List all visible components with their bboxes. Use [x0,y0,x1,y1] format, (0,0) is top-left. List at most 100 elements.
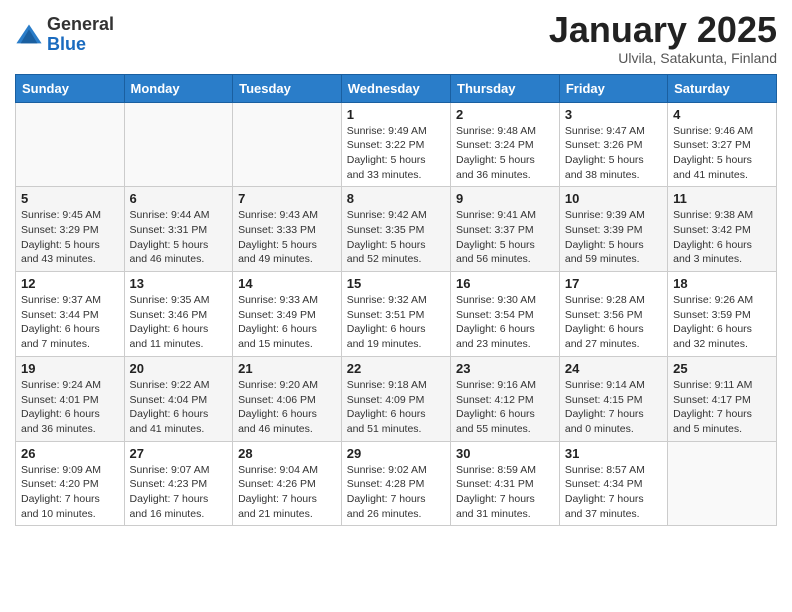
calendar-week-row: 26 Sunrise: 9:09 AM Sunset: 4:20 PM Dayli… [16,441,777,526]
calendar-cell [124,102,233,187]
day-info: Sunrise: 8:59 AM Sunset: 4:31 PM Dayligh… [456,463,554,522]
day-info: Sunrise: 9:41 AM Sunset: 3:37 PM Dayligh… [456,208,554,267]
day-info: Sunrise: 9:39 AM Sunset: 3:39 PM Dayligh… [565,208,662,267]
day-info: Sunrise: 9:32 AM Sunset: 3:51 PM Dayligh… [347,293,445,352]
calendar-cell: 26 Sunrise: 9:09 AM Sunset: 4:20 PM Dayli… [16,441,125,526]
calendar-cell: 3Sunrise: 9:47 AM Sunset: 3:26 PM Daylig… [559,102,667,187]
calendar-cell: 1 Sunrise: 9:49 AM Sunset: 3:22 PM Daylig… [341,102,450,187]
calendar-cell: 29Sunrise: 9:02 AM Sunset: 4:28 PM Dayli… [341,441,450,526]
day-number: 18 [673,276,771,291]
calendar-cell: 2Sunrise: 9:48 AM Sunset: 3:24 PM Daylig… [451,102,560,187]
day-info: Sunrise: 9:33 AM Sunset: 3:49 PM Dayligh… [238,293,336,352]
day-info: Sunrise: 9:35 AM Sunset: 3:46 PM Dayligh… [130,293,228,352]
calendar-week-row: 12 Sunrise: 9:37 AM Sunset: 3:44 PM Dayli… [16,272,777,357]
calendar-cell: 28Sunrise: 9:04 AM Sunset: 4:26 PM Dayli… [233,441,342,526]
header-tuesday: Tuesday [233,74,342,102]
day-number: 3 [565,107,662,122]
day-info: Sunrise: 9:09 AM Sunset: 4:20 PM Dayligh… [21,463,119,522]
location-subtitle: Ulvila, Satakunta, Finland [549,50,777,66]
calendar-cell: 7Sunrise: 9:43 AM Sunset: 3:33 PM Daylig… [233,187,342,272]
day-info: Sunrise: 9:45 AM Sunset: 3:29 PM Dayligh… [21,208,119,267]
title-section: January 2025 Ulvila, Satakunta, Finland [549,10,777,66]
day-info: Sunrise: 9:07 AM Sunset: 4:23 PM Dayligh… [130,463,228,522]
day-info: Sunrise: 9:49 AM Sunset: 3:22 PM Dayligh… [347,124,445,183]
logo-icon [15,21,43,49]
calendar-cell: 31Sunrise: 8:57 AM Sunset: 4:34 PM Dayli… [559,441,667,526]
calendar-cell: 11Sunrise: 9:38 AM Sunset: 3:42 PM Dayli… [668,187,777,272]
day-number: 27 [130,446,228,461]
day-number: 20 [130,361,228,376]
calendar-cell: 9 Sunrise: 9:41 AM Sunset: 3:37 PM Daylig… [451,187,560,272]
day-number: 24 [565,361,662,376]
day-info: Sunrise: 9:14 AM Sunset: 4:15 PM Dayligh… [565,378,662,437]
day-number: 16 [456,276,554,291]
day-info: Sunrise: 9:37 AM Sunset: 3:44 PM Dayligh… [21,293,119,352]
month-title: January 2025 [549,10,777,50]
day-number: 12 [21,276,119,291]
header-sunday: Sunday [16,74,125,102]
logo: General Blue [15,15,114,55]
logo-blue-text: Blue [47,35,114,55]
calendar-cell: 16Sunrise: 9:30 AM Sunset: 3:54 PM Dayli… [451,272,560,357]
day-info: Sunrise: 9:22 AM Sunset: 4:04 PM Dayligh… [130,378,228,437]
calendar-cell [16,102,125,187]
day-number: 15 [347,276,445,291]
day-info: Sunrise: 9:24 AM Sunset: 4:01 PM Dayligh… [21,378,119,437]
day-info: Sunrise: 9:16 AM Sunset: 4:12 PM Dayligh… [456,378,554,437]
calendar-week-row: 19 Sunrise: 9:24 AM Sunset: 4:01 PM Dayli… [16,356,777,441]
day-info: Sunrise: 9:04 AM Sunset: 4:26 PM Dayligh… [238,463,336,522]
calendar-cell: 21Sunrise: 9:20 AM Sunset: 4:06 PM Dayli… [233,356,342,441]
calendar-cell [233,102,342,187]
day-info: Sunrise: 9:48 AM Sunset: 3:24 PM Dayligh… [456,124,554,183]
day-info: Sunrise: 9:26 AM Sunset: 3:59 PM Dayligh… [673,293,771,352]
calendar-cell: 20 Sunrise: 9:22 AM Sunset: 4:04 PM Dayli… [124,356,233,441]
header-friday: Friday [559,74,667,102]
day-number: 22 [347,361,445,376]
calendar-cell: 17Sunrise: 9:28 AM Sunset: 3:56 PM Dayli… [559,272,667,357]
calendar-cell: 24 Sunrise: 9:14 AM Sunset: 4:15 PM Dayli… [559,356,667,441]
day-number: 9 [456,191,554,206]
day-number: 10 [565,191,662,206]
calendar-cell: 6 Sunrise: 9:44 AM Sunset: 3:31 PM Daylig… [124,187,233,272]
calendar-table: SundayMondayTuesdayWednesdayThursdayFrid… [15,74,777,527]
calendar-week-row: 5 Sunrise: 9:45 AM Sunset: 3:29 PM Daylig… [16,187,777,272]
calendar-cell: 12 Sunrise: 9:37 AM Sunset: 3:44 PM Dayli… [16,272,125,357]
day-number: 23 [456,361,554,376]
calendar-cell: 22Sunrise: 9:18 AM Sunset: 4:09 PM Dayli… [341,356,450,441]
day-number: 13 [130,276,228,291]
day-info: Sunrise: 9:43 AM Sunset: 3:33 PM Dayligh… [238,208,336,267]
day-number: 4 [673,107,771,122]
day-number: 14 [238,276,336,291]
calendar-cell: 14 Sunrise: 9:33 AM Sunset: 3:49 PM Dayli… [233,272,342,357]
calendar-cell: 4Sunrise: 9:46 AM Sunset: 3:27 PM Daylig… [668,102,777,187]
day-info: Sunrise: 9:02 AM Sunset: 4:28 PM Dayligh… [347,463,445,522]
header-monday: Monday [124,74,233,102]
calendar-cell: 5 Sunrise: 9:45 AM Sunset: 3:29 PM Daylig… [16,187,125,272]
day-number: 19 [21,361,119,376]
day-number: 30 [456,446,554,461]
day-number: 1 [347,107,445,122]
logo-general-text: General [47,15,114,35]
day-info: Sunrise: 9:20 AM Sunset: 4:06 PM Dayligh… [238,378,336,437]
header-thursday: Thursday [451,74,560,102]
calendar-cell: 19 Sunrise: 9:24 AM Sunset: 4:01 PM Dayli… [16,356,125,441]
calendar-cell: 23 Sunrise: 9:16 AM Sunset: 4:12 PM Dayli… [451,356,560,441]
day-info: Sunrise: 9:44 AM Sunset: 3:31 PM Dayligh… [130,208,228,267]
day-info: Sunrise: 9:11 AM Sunset: 4:17 PM Dayligh… [673,378,771,437]
header-saturday: Saturday [668,74,777,102]
calendar-cell: 25 Sunrise: 9:11 AM Sunset: 4:17 PM Dayli… [668,356,777,441]
day-number: 8 [347,191,445,206]
calendar-cell: 15 Sunrise: 9:32 AM Sunset: 3:51 PM Dayli… [341,272,450,357]
day-number: 5 [21,191,119,206]
calendar-week-row: 1 Sunrise: 9:49 AM Sunset: 3:22 PM Daylig… [16,102,777,187]
calendar-cell [668,441,777,526]
calendar-cell: 27 Sunrise: 9:07 AM Sunset: 4:23 PM Dayli… [124,441,233,526]
day-number: 6 [130,191,228,206]
header-wednesday: Wednesday [341,74,450,102]
day-number: 26 [21,446,119,461]
calendar-cell: 30 Sunrise: 8:59 AM Sunset: 4:31 PM Dayli… [451,441,560,526]
calendar-cell: 13 Sunrise: 9:35 AM Sunset: 3:46 PM Dayli… [124,272,233,357]
calendar-header-row: SundayMondayTuesdayWednesdayThursdayFrid… [16,74,777,102]
day-info: Sunrise: 9:28 AM Sunset: 3:56 PM Dayligh… [565,293,662,352]
day-number: 25 [673,361,771,376]
